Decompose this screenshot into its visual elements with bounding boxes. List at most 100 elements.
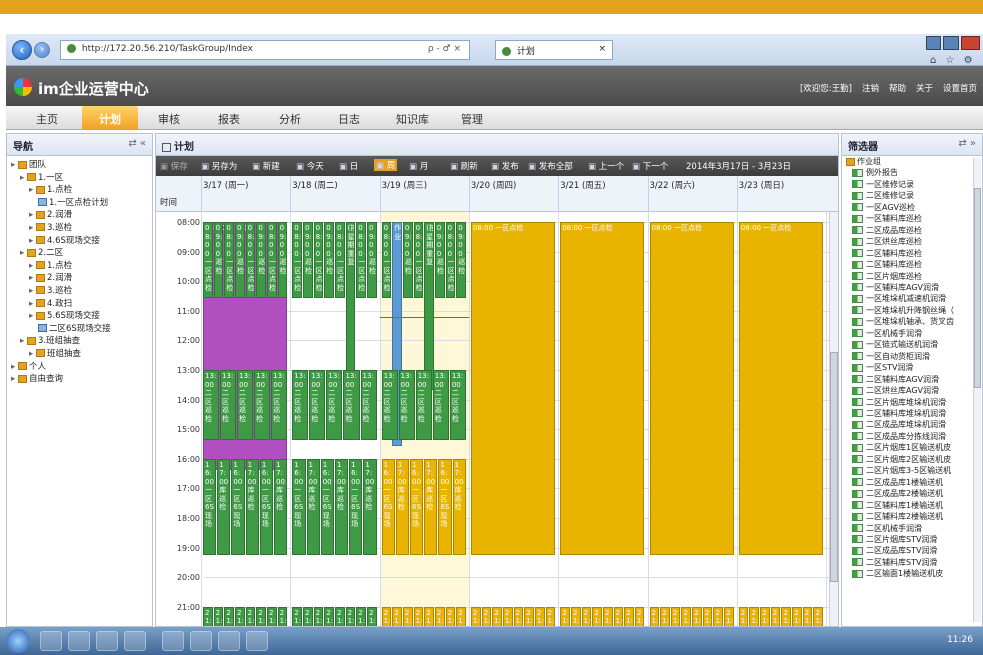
- calendar-event[interactable]: 08:00 一区点检: [245, 222, 256, 298]
- calendar-event[interactable]: 17:00 库巡检: [452, 458, 466, 556]
- filter-item[interactable]: 二区片烟库巡检: [842, 271, 982, 282]
- checkbox-icon[interactable]: [852, 432, 863, 441]
- calendar-event[interactable]: 21:00 二区巡检: [792, 606, 802, 626]
- filter-item[interactable]: 一区自动货柜润滑: [842, 351, 982, 362]
- filter-item[interactable]: 一区辅料库巡检: [842, 213, 982, 224]
- filter-item[interactable]: 二区辅料库1楼输送机: [842, 500, 982, 511]
- menu-plan[interactable]: 计划: [99, 111, 121, 127]
- filter-item[interactable]: 二区辅料库巡检: [842, 259, 982, 270]
- checkbox-icon[interactable]: [852, 317, 863, 326]
- menu-log[interactable]: 日志: [338, 111, 360, 127]
- calendar-event[interactable]: 09:00 巡检: [256, 222, 266, 298]
- filter-item[interactable]: 二区成品库STV润滑: [842, 545, 982, 556]
- checkbox-icon[interactable]: [852, 466, 863, 475]
- calendar-event[interactable]: 21:00 二区巡检: [513, 606, 524, 626]
- filter-item[interactable]: 二区输面1楼输送机皮: [842, 568, 982, 579]
- calendar-event[interactable]: 21:00 二区巡检: [256, 606, 266, 626]
- expand-arrow-icon[interactable]: ▸: [29, 273, 36, 283]
- expand-arrow-icon[interactable]: ▸: [20, 173, 27, 183]
- checkbox-icon[interactable]: [852, 558, 863, 567]
- filter-item[interactable]: 二区辅料库AGV润滑: [842, 374, 982, 385]
- checkbox-icon[interactable]: [852, 569, 863, 578]
- calendar-event[interactable]: 09:00 巡检: [302, 222, 313, 298]
- checkbox-icon[interactable]: [852, 272, 863, 281]
- calendar-event[interactable]: 21:00 二区巡检: [470, 606, 481, 626]
- filter-item[interactable]: 一区堆垛机升降钢丝绳（: [842, 305, 982, 316]
- toolbar-9[interactable]: ▣ 发布全部: [528, 160, 573, 172]
- checkbox-icon[interactable]: [852, 237, 863, 246]
- calendar-event[interactable]: 21:00 二区巡检: [224, 606, 234, 626]
- calendar-event[interactable]: 21:00 二区巡检: [424, 606, 434, 626]
- calendar-event[interactable]: 13:00 二区巡检: [398, 370, 415, 441]
- menu-manage[interactable]: 管理: [461, 111, 483, 127]
- calendar-event[interactable]: 13:00 二区巡检: [237, 370, 254, 441]
- calendar-event[interactable]: 21:00 二区巡检: [402, 606, 413, 626]
- checkbox-icon[interactable]: [852, 352, 863, 361]
- expand-arrow-icon[interactable]: ▸: [20, 336, 27, 346]
- checkbox-icon[interactable]: [852, 340, 863, 349]
- day-column-header[interactable]: 3/18 (周二): [292, 179, 337, 191]
- toolbar-0[interactable]: ▣ 保存: [160, 160, 188, 172]
- calendar-event[interactable]: 21:00 二区巡检: [266, 606, 277, 626]
- calendar-event[interactable]: 13:00 二区巡检: [220, 370, 237, 441]
- expand-arrow-icon[interactable]: ▸: [29, 236, 36, 246]
- expand-arrow-icon[interactable]: ▸: [11, 362, 18, 372]
- nav-tree-node[interactable]: ▸ 5.6S现场交接: [9, 310, 150, 323]
- calendar-event[interactable]: 21:00 二区巡检: [345, 606, 356, 626]
- calendar-event[interactable]: 21:00 二区巡检: [356, 606, 366, 626]
- calendar-event[interactable]: 21:00 二区巡检: [302, 606, 313, 626]
- day-column-header[interactable]: 3/23 (周日): [739, 179, 784, 191]
- calendar-event[interactable]: 21:00 二区巡检: [545, 606, 556, 626]
- checkbox-icon[interactable]: [852, 546, 863, 555]
- filter-item[interactable]: 二区成品库1楼输送机: [842, 477, 982, 488]
- calendar-event[interactable]: 21:00 二区巡检: [560, 606, 570, 626]
- calendar-event[interactable]: 13:00 二区巡检: [449, 370, 466, 441]
- filter-item[interactable]: 一区堆垛机减速机润滑: [842, 293, 982, 304]
- calendar-event[interactable]: 21:00 二区巡检: [381, 606, 392, 626]
- filter-item[interactable]: 二区片烟库2区输送机皮: [842, 454, 982, 465]
- filter-item[interactable]: 二区成品库分拣线润滑: [842, 431, 982, 442]
- expand-arrow-icon[interactable]: ▸: [11, 374, 18, 384]
- checkbox-icon[interactable]: [852, 168, 863, 177]
- checkbox-icon[interactable]: [852, 180, 863, 189]
- calendar-event[interactable]: 21:00 二区巡检: [324, 606, 334, 626]
- calendar-event[interactable]: 17:00 库巡检: [395, 458, 410, 556]
- calendar-event[interactable]: 09:00 巡检: [234, 222, 245, 298]
- about-link[interactable]: 关于: [916, 82, 933, 94]
- checkbox-icon[interactable]: [852, 249, 863, 258]
- expand-arrow-icon[interactable]: ▸: [20, 248, 27, 258]
- checkbox-icon[interactable]: [852, 214, 863, 223]
- calendar-event[interactable]: 21:00 二区巡检: [624, 606, 634, 626]
- toolbar-7[interactable]: ▣ 刷新: [450, 160, 478, 172]
- calendar-event[interactable]: 13:00 二区巡检: [343, 370, 360, 441]
- set-home-link[interactable]: 设置首页: [943, 82, 977, 94]
- taskbar-app-6[interactable]: [190, 631, 212, 651]
- checkbox-icon[interactable]: [852, 420, 863, 429]
- calendar-event[interactable]: 21:00 二区巡检: [524, 606, 534, 626]
- expand-arrow-icon[interactable]: ▸: [29, 261, 36, 271]
- checkbox-icon[interactable]: [852, 386, 863, 395]
- calendar-event[interactable]: 21:00 二区巡检: [649, 606, 660, 626]
- calendar-event[interactable]: 21:00 二区巡检: [781, 606, 792, 626]
- calendar-event[interactable]: 08:00 一区点检: [381, 222, 392, 298]
- calendar-event[interactable]: 17:00 库巡检: [363, 458, 377, 556]
- nav-tree-node[interactable]: ▸ 3.班组抽查: [9, 335, 150, 348]
- calendar-event[interactable]: 13:00 二区巡检: [271, 370, 288, 441]
- filter-item[interactable]: 二区成品库2楼输送机: [842, 488, 982, 499]
- calendar-event[interactable]: 16:00 一区6S现场: [349, 458, 363, 556]
- calendar-event[interactable]: 21:00 二区巡检: [802, 606, 813, 626]
- filter-item[interactable]: 二区烘丝库AGV润滑: [842, 385, 982, 396]
- calendar-event[interactable]: 16:00 一区6S现场: [203, 458, 217, 556]
- calendar-event[interactable]: 08:00 一区点检: [266, 222, 277, 298]
- calendar-event[interactable]: 08:00 一区点检: [649, 222, 734, 556]
- nav-tree-node[interactable]: ▸ 2.二区: [9, 247, 150, 260]
- nav-tree-node[interactable]: ▸ 个人: [9, 361, 150, 374]
- filter-scrollbar[interactable]: [973, 158, 981, 622]
- expand-arrow-icon[interactable]: ▸: [29, 311, 36, 321]
- calendar-event[interactable]: 21:00 二区巡检: [502, 606, 513, 626]
- day-column-header[interactable]: 3/21 (周五): [560, 179, 605, 191]
- browser-home-star-gear-icons[interactable]: ⌂ ☆ ⚙: [930, 55, 976, 66]
- calendar-event[interactable]: 16:00 一区6S现场: [410, 458, 424, 556]
- calendar-event[interactable]: 21:00 二区巡检: [570, 606, 581, 626]
- checkbox-icon[interactable]: [852, 409, 863, 418]
